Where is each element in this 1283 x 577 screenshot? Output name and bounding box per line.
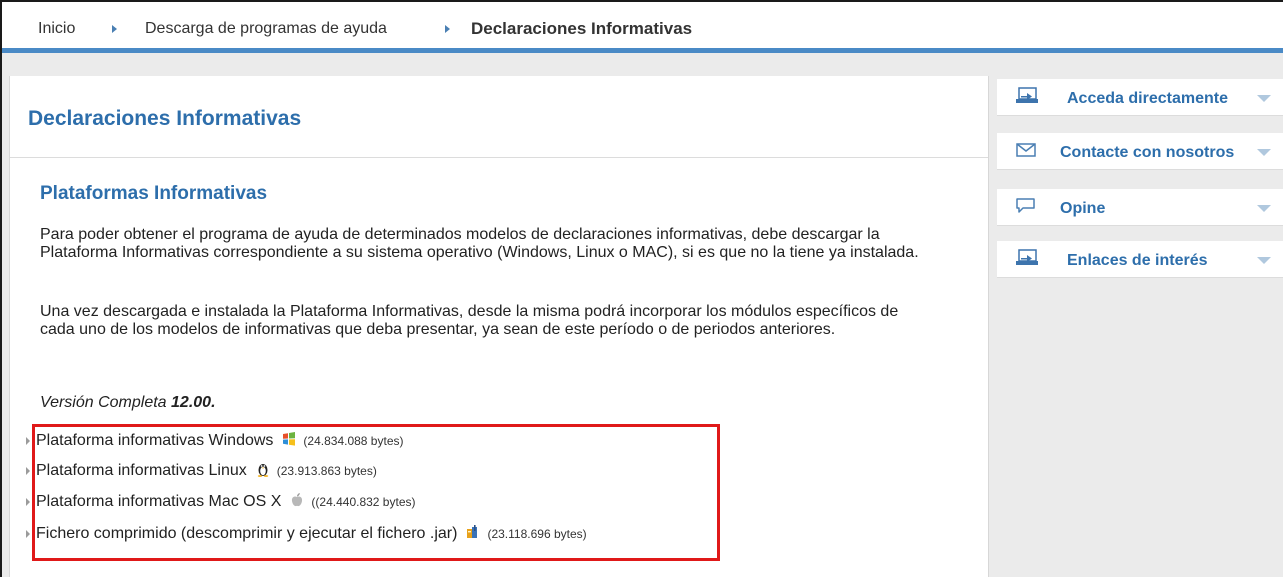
chevron-down-icon: [1257, 95, 1271, 102]
bullet-arrow-icon: [26, 466, 30, 475]
version-label: Versión Completa 12.00.: [40, 394, 216, 412]
sidebar-item-label: Contacte con nosotros: [1060, 144, 1235, 161]
download-link-linux[interactable]: Plataforma informativas Linux: [36, 462, 247, 479]
computer-arrow-icon: [1016, 249, 1038, 265]
chevron-down-icon: [1257, 205, 1271, 212]
computer-arrow-icon: [1016, 87, 1038, 103]
envelope-icon: [1016, 143, 1036, 157]
apple-icon: [292, 493, 303, 507]
download-item-mac: Plataforma informativas Mac OS X ((24.44…: [26, 492, 415, 512]
title-divider: [10, 157, 988, 158]
download-item-linux: Plataforma informativas Linux (23.913.86…: [26, 461, 377, 481]
download-link-jar[interactable]: Fichero comprimido (descomprimir y ejecu…: [36, 525, 457, 542]
usage-paragraph: Una vez descargada e instalada la Plataf…: [40, 303, 899, 338]
sidebar-item-contacte[interactable]: Contacte con nosotros: [997, 133, 1283, 170]
sidebar-item-label: Opine: [1060, 200, 1106, 217]
download-link-mac[interactable]: Plataforma informativas Mac OS X: [36, 493, 281, 510]
version-prefix: Versión Completa: [40, 394, 172, 411]
breadcrumb-separator-icon: [112, 25, 117, 33]
download-item-windows: Plataforma informativas Windows (24.834.…: [26, 431, 404, 451]
bullet-arrow-icon: [26, 436, 30, 445]
sidebar-item-acceda-directamente[interactable]: Acceda directamente: [997, 79, 1283, 116]
download-size-linux: (23.913.863 bytes): [276, 464, 377, 478]
speech-bubble-icon: [1016, 198, 1035, 213]
linux-tux-icon: [257, 464, 268, 477]
java-archive-icon: [467, 525, 478, 538]
section-title: Plataformas Informativas: [40, 183, 268, 204]
windows-icon: [283, 432, 296, 446]
window-left-border: [0, 0, 2, 577]
breadcrumb-separator-icon: [445, 25, 450, 33]
bullet-arrow-icon: [26, 497, 30, 506]
chevron-down-icon: [1257, 149, 1271, 156]
sidebar-item-enlaces[interactable]: Enlaces de interés: [997, 241, 1283, 278]
breadcrumb: Inicio Descarga de programas de ayuda De…: [2, 2, 1283, 53]
download-size-jar: (23.118.696 bytes): [487, 527, 587, 541]
download-size-mac: ((24.440.832 bytes): [311, 495, 416, 509]
download-item-jar: Fichero comprimido (descomprimir y ejecu…: [26, 524, 587, 544]
sidebar-item-opine[interactable]: Opine: [997, 189, 1283, 226]
download-link-windows[interactable]: Plataforma informativas Windows: [36, 432, 273, 449]
chevron-down-icon: [1257, 257, 1271, 264]
version-number: 12.00.: [171, 394, 216, 411]
page-title: Declaraciones Informativas: [28, 107, 302, 130]
sidebar-item-label: Enlaces de interés: [1067, 252, 1208, 269]
intro-paragraph: Para poder obtener el programa de ayuda …: [40, 226, 919, 261]
sidebar-item-label: Acceda directamente: [1067, 90, 1228, 107]
breadcrumb-downloads-link[interactable]: Descarga de programas de ayuda: [145, 20, 387, 38]
bullet-arrow-icon: [26, 529, 30, 538]
breadcrumb-current: Declaraciones Informativas: [471, 19, 693, 38]
download-size-windows: (24.834.088 bytes): [303, 434, 404, 448]
breadcrumb-home-link[interactable]: Inicio: [38, 20, 75, 38]
